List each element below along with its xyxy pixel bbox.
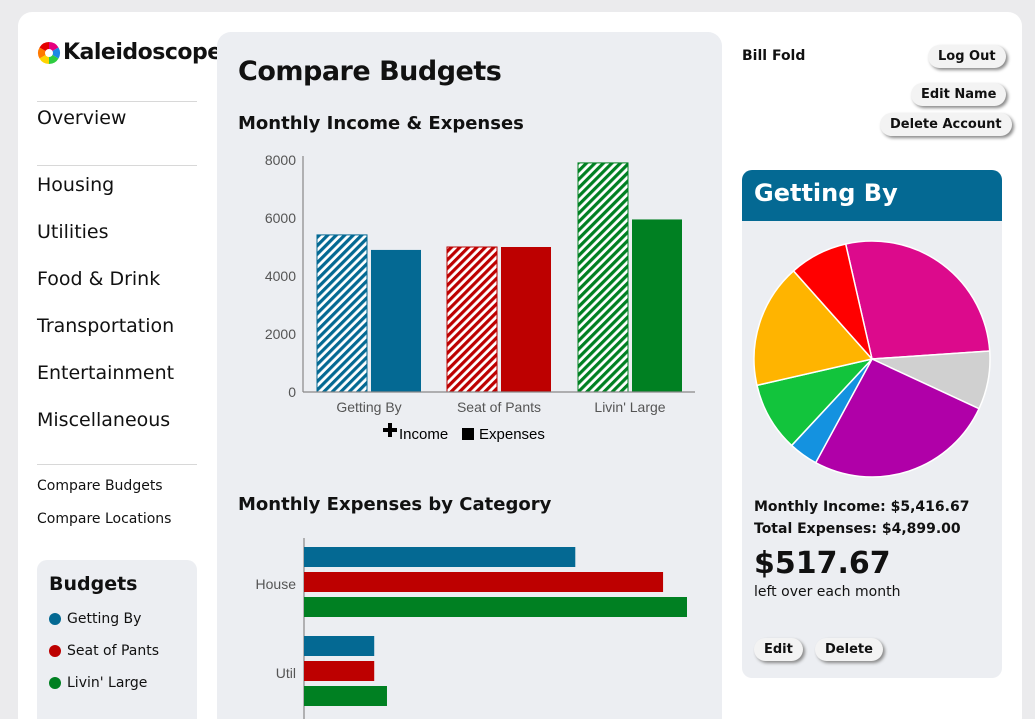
delete-account-button[interactable]: Delete Account [880,113,1012,136]
nav-entertainment[interactable]: Entertainment [37,358,174,405]
category-bar [304,597,687,617]
blue-dot-icon [49,613,61,625]
nav-overview[interactable]: Overview [37,107,126,129]
red-dot-icon [49,645,61,657]
budget-item-label: Getting By [67,611,142,627]
budget-item-label: Livin' Large [67,675,148,691]
y-category-label: House [256,576,297,592]
logout-button[interactable]: Log Out [928,45,1006,68]
income-bar [577,162,629,393]
budgets-title: Budgets [49,573,138,595]
budget-item-livin-large[interactable]: Livin' Large [49,667,185,699]
category-bar [304,547,576,567]
x-category-label: Seat of Pants [457,399,541,415]
edit-name-button[interactable]: Edit Name [911,83,1007,106]
y-tick-label: 0 [288,384,296,400]
y-tick-label: 2000 [265,326,296,342]
y-category-label: Util [276,665,296,681]
user-name: Bill Fold [742,48,806,64]
x-category-label: Getting By [336,399,401,415]
legend-income: Income [399,426,448,443]
app-logo[interactable]: Kaleidoscope [37,40,222,65]
legend-expenses: Expenses [479,426,545,443]
nav-compare-budgets[interactable]: Compare Budgets [37,476,171,509]
page-title: Compare Budgets [238,56,502,87]
edit-budget-button[interactable]: Edit [754,638,803,661]
monthly-income: Monthly Income: $5,416.67 [754,499,970,515]
summary-title: Getting By [742,170,1002,221]
category-bar [304,636,375,656]
y-tick-label: 8000 [265,152,296,168]
nav-transportation[interactable]: Transportation [37,311,174,358]
category-bar [304,572,664,592]
income-bar [316,234,368,393]
total-expenses: Total Expenses: $4,899.00 [754,521,961,537]
nav-compare-locations[interactable]: Compare Locations [37,509,171,542]
x-category-label: Livin' Large [594,399,665,415]
green-dot-icon [49,677,61,689]
leftover-label: left over each month [754,584,901,600]
budgets-panel: Budgets Getting By Seat of Pants Livin' … [37,560,197,719]
chart1-title: Monthly Income & Expenses [238,113,524,134]
category-bar [304,661,375,681]
divider [37,101,197,102]
y-tick-label: 4000 [265,268,296,284]
chart-legend: Income Expenses [383,423,545,443]
chart2-title: Monthly Expenses by Category [238,494,552,515]
category-bar [304,686,387,706]
nav-food-drink[interactable]: Food & Drink [37,264,174,311]
budget-summary-card: Getting By Monthly Income: $5,416.67 Tot… [742,170,1002,678]
app-name: Kaleidoscope [63,40,222,65]
divider [37,165,197,166]
expenses-bar [632,219,682,392]
delete-budget-button[interactable]: Delete [815,638,883,661]
expenses-by-category-chart: House Util [256,538,687,719]
income-expenses-chart: 0 2000 4000 6000 8000 Getting By Seat of Pant… [265,152,695,443]
divider [37,464,197,465]
category-nav: Housing Utilities Food & Drink Transport… [37,170,174,452]
expense-pie-chart [753,240,991,478]
expenses-bar [501,247,551,392]
budget-item-getting-by[interactable]: Getting By [49,603,185,635]
nav-miscellaneous[interactable]: Miscellaneous [37,405,174,452]
expenses-bar [371,249,421,392]
budget-item-label: Seat of Pants [67,643,160,659]
y-tick-label: 6000 [265,210,296,226]
kaleidoscope-logo-icon [38,41,60,64]
income-bar [446,246,498,393]
nav-housing[interactable]: Housing [37,170,174,217]
plus-icon [383,423,397,437]
leftover-amount: $517.67 [754,546,891,581]
nav-utilities[interactable]: Utilities [37,217,174,264]
budget-item-seat-of-pants[interactable]: Seat of Pants [49,635,185,667]
square-icon [462,428,474,440]
